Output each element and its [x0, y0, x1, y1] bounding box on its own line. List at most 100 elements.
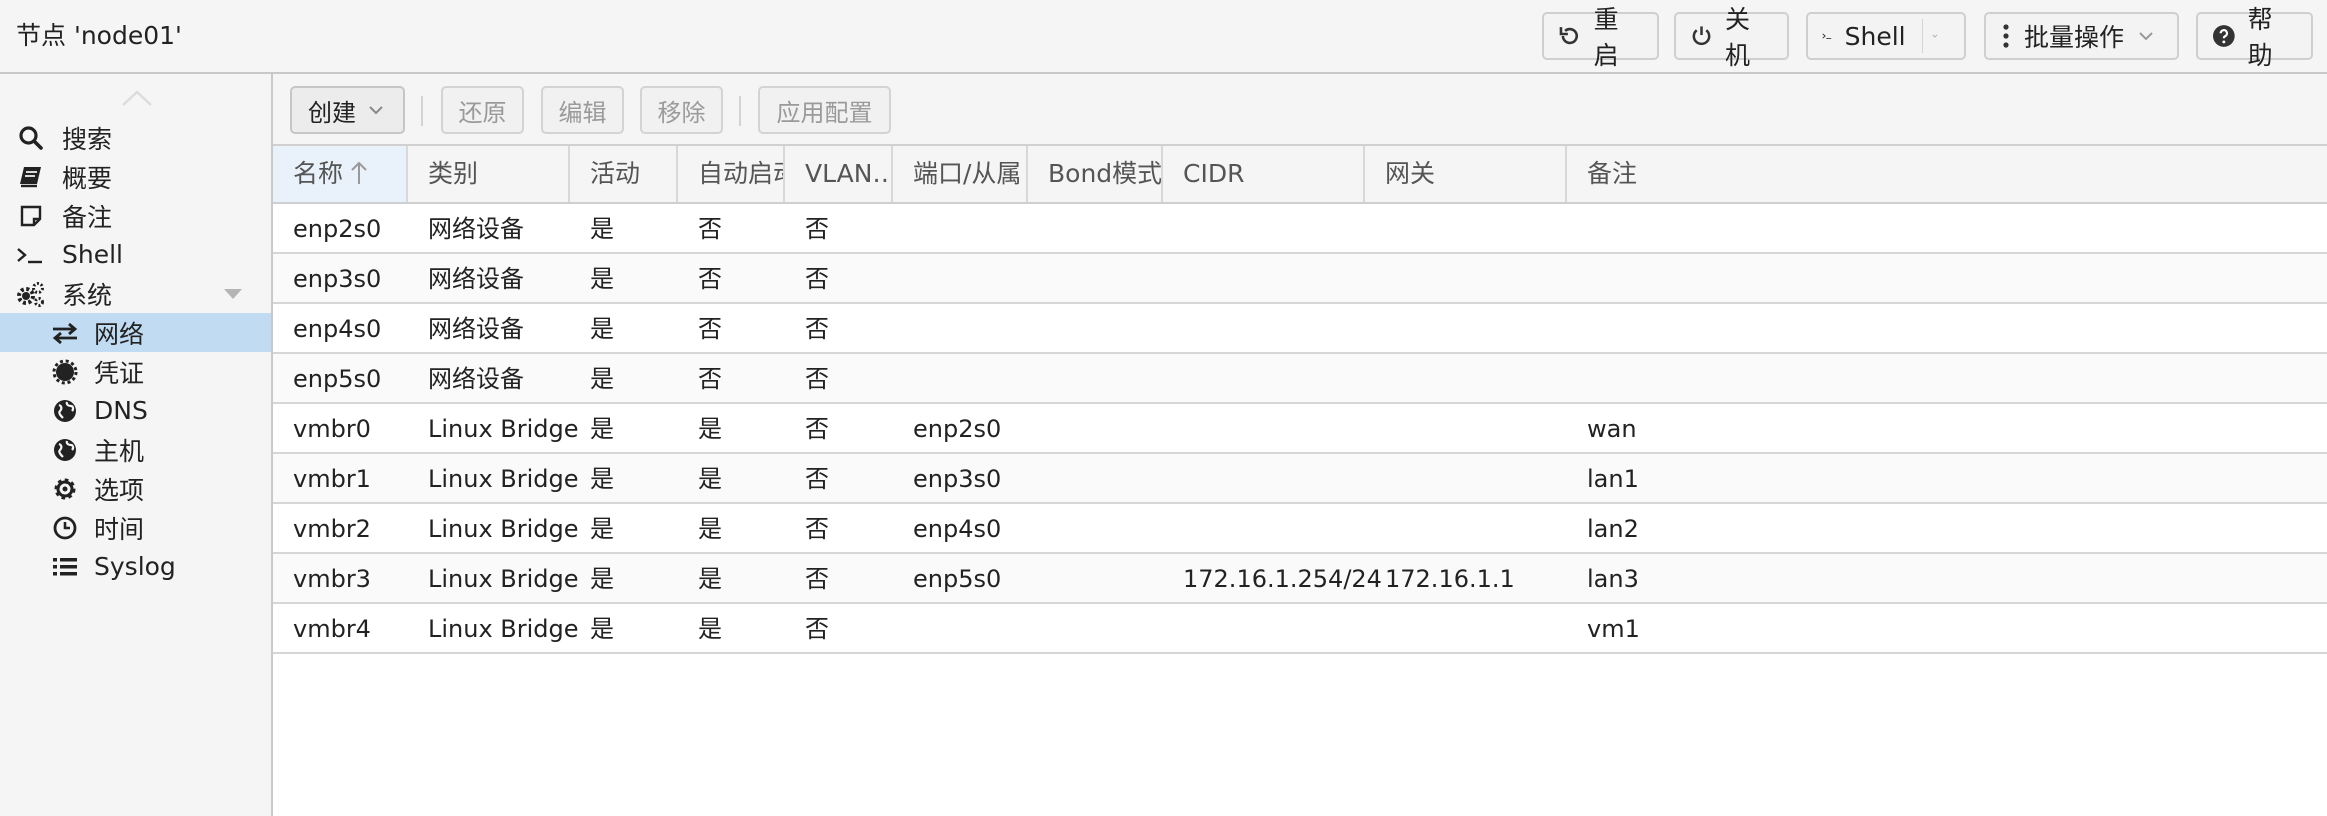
cell-vlan: 否 [805, 515, 829, 543]
cell-gateway [1365, 404, 1385, 452]
cell-bond [1028, 604, 1048, 652]
reboot-label: 重启 [1593, 5, 1619, 70]
table-row[interactable]: vmbr4 Linux Bridge 是 是 否 vm1 [273, 604, 2327, 654]
table-row[interactable]: enp3s0 网络设备 是 否 否 [273, 254, 2327, 304]
column-header-ports[interactable]: 端口/从属 [893, 146, 1028, 202]
bulk-actions-button[interactable]: 批量操作 [1984, 12, 2179, 60]
remove-button[interactable]: 移除 [640, 86, 723, 134]
sidebar-item-dns[interactable]: DNS [0, 391, 271, 430]
sidebar-item-time[interactable]: 时间 [0, 508, 271, 547]
sidebar-item-hosts[interactable]: 主机 [0, 430, 271, 469]
help-button[interactable]: 帮助 [2196, 5, 2313, 70]
cell-name: enp3s0 [293, 265, 382, 293]
sidebar-item-options[interactable]: 选项 [0, 469, 271, 508]
scroll-up-icon[interactable] [120, 88, 154, 108]
sidebar-item-summary[interactable]: 概要 [0, 157, 271, 196]
cell-ports [893, 254, 913, 302]
cell-type: Linux Bridge [428, 415, 579, 443]
toolbar-separator [421, 96, 423, 126]
cell-type: Linux Bridge [428, 615, 579, 643]
cell-cidr: 172.16.1.254/24 [1183, 565, 1382, 593]
sidebar-item-label: 凭证 [94, 358, 145, 388]
certificate-icon [50, 357, 80, 387]
column-header-comment[interactable]: 备注 [1567, 146, 2327, 202]
table-row[interactable]: enp2s0 网络设备 是 否 否 [273, 204, 2327, 254]
sidebar-item-system[interactable]: 系统 [0, 274, 271, 313]
ellipsis-vertical-icon [2003, 24, 2009, 48]
split-divider [1921, 19, 1923, 53]
table-row[interactable]: enp4s0 网络设备 是 否 否 [273, 304, 2327, 354]
cell-ports [893, 204, 913, 252]
chevron-down-icon [2139, 32, 2153, 41]
table-row[interactable]: vmbr3 Linux Bridge 是 是 否 enp5s0 172.16.1.254/2… [273, 554, 2327, 604]
sidebar-item-certificates[interactable]: 凭证 [0, 352, 271, 391]
caret-down-icon[interactable] [223, 288, 243, 300]
cell-active: 是 [590, 365, 614, 393]
create-button[interactable]: 创建 [290, 86, 405, 134]
sidebar-item-label: Shell [62, 240, 123, 269]
cell-active: 是 [590, 565, 614, 593]
table-row[interactable]: vmbr2 Linux Bridge 是 是 否 enp4s0 lan2 [273, 504, 2327, 554]
column-header-type[interactable]: 类别 [408, 146, 570, 202]
sticky-note-icon [16, 201, 46, 231]
table-row[interactable]: vmbr0 Linux Bridge 是 是 否 enp2s0 wan [273, 404, 2327, 454]
column-header-gateway[interactable]: 网关 [1365, 146, 1567, 202]
cell-ports: enp4s0 [913, 515, 1002, 543]
column-header-autostart[interactable]: 自动启动 [678, 146, 785, 202]
shutdown-button[interactable]: 关机 [1674, 5, 1789, 70]
revert-button[interactable]: 还原 [441, 86, 524, 134]
shell-button[interactable]: Shell [1806, 12, 1966, 60]
column-header-cidr[interactable]: CIDR [1163, 146, 1365, 202]
cell-autostart: 是 [698, 615, 722, 643]
power-icon [1692, 26, 1711, 46]
column-header-label: 网关 [1385, 159, 1436, 188]
sidebar-item-syslog[interactable]: Syslog [0, 547, 271, 586]
chevron-down-icon[interactable] [1932, 30, 1938, 42]
top-header: 节点 'node01' 重启 关机 Shell 批量操作 帮助 [0, 0, 2327, 74]
cell-cidr [1163, 254, 1183, 302]
cell-name: vmbr1 [293, 465, 371, 493]
sidebar-item-notes[interactable]: 备注 [0, 196, 271, 235]
cell-type: 网络设备 [428, 315, 524, 343]
cell-comment: wan [1587, 415, 1637, 443]
cell-vlan: 否 [805, 215, 829, 243]
table-row[interactable]: vmbr1 Linux Bridge 是 是 否 enp3s0 lan1 [273, 454, 2327, 504]
column-header-vlan[interactable]: VLAN… [785, 146, 893, 202]
bulk-actions-label: 批量操作 [2024, 23, 2125, 52]
column-header-label: VLAN… [805, 159, 893, 188]
sidebar-item-network[interactable]: 网络 [0, 313, 271, 352]
column-header-active[interactable]: 活动 [570, 146, 678, 202]
table-row[interactable]: enp5s0 网络设备 是 否 否 [273, 354, 2327, 404]
shutdown-label: 关机 [1725, 5, 1751, 70]
column-header-label: CIDR [1183, 159, 1245, 188]
sidebar-item-shell[interactable]: Shell [0, 235, 271, 274]
reboot-button[interactable]: 重启 [1542, 5, 1659, 70]
cell-bond [1028, 504, 1048, 552]
cell-active: 是 [590, 515, 614, 543]
column-header-label: Bond模式 [1048, 159, 1163, 188]
cell-name: enp5s0 [293, 365, 382, 393]
sidebar-item-label: 时间 [94, 514, 145, 544]
cell-type: 网络设备 [428, 265, 524, 293]
apply-config-button[interactable]: 应用配置 [758, 86, 891, 134]
cell-gateway [1365, 504, 1385, 552]
edit-button[interactable]: 编辑 [541, 86, 624, 134]
cell-type: Linux Bridge [428, 515, 579, 543]
cell-name: vmbr3 [293, 565, 371, 593]
cell-vlan: 否 [805, 315, 829, 343]
help-label: 帮助 [2247, 5, 2273, 70]
cell-cidr [1163, 454, 1183, 502]
cell-type: 网络设备 [428, 365, 524, 393]
column-header-name[interactable]: 名称 [273, 146, 408, 202]
cell-comment [1567, 354, 1587, 402]
cell-cidr [1163, 304, 1183, 352]
cell-bond [1028, 304, 1048, 352]
cell-type: Linux Bridge [428, 565, 579, 593]
network-toolbar: 创建 还原 编辑 移除 应用配置 [273, 74, 2327, 146]
cell-autostart: 否 [698, 265, 722, 293]
cell-bond [1028, 404, 1048, 452]
column-header-bond[interactable]: Bond模式 [1028, 146, 1163, 202]
sidebar-item-search[interactable]: 搜索 [0, 118, 271, 157]
apply-config-label: 应用配置 [776, 98, 873, 127]
undo-icon [1559, 27, 1578, 45]
